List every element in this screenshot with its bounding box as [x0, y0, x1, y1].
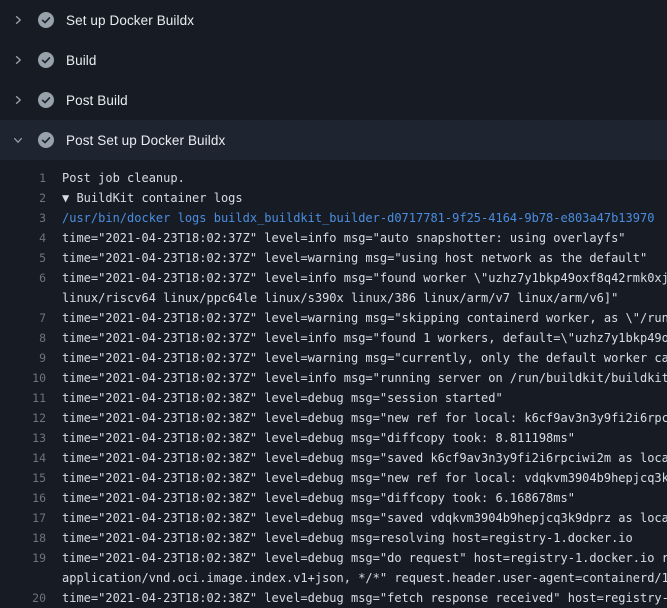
line-number[interactable]: 5 — [0, 248, 46, 268]
log-row: 3/usr/bin/docker logs buildx_buildkit_bu… — [0, 208, 667, 228]
log-text: application/vnd.oci.image.index.v1+json,… — [62, 568, 667, 588]
log-text: time="2021-04-23T18:02:37Z" level=warnin… — [62, 348, 667, 368]
line-number — [0, 288, 46, 308]
line-number[interactable]: 10 — [0, 368, 46, 388]
log-row: 1 Post job cleanup. — [0, 168, 667, 188]
line-number[interactable]: 8 — [0, 328, 46, 348]
check-circle-icon — [38, 12, 54, 28]
log-row: 8 time="2021-04-23T18:02:37Z" level=info … — [0, 328, 667, 348]
check-circle-icon — [38, 132, 54, 148]
line-number — [0, 568, 46, 588]
step-header-post-build[interactable]: Post Build — [0, 80, 667, 120]
log-row: 14 time="2021-04-23T18:02:38Z" level=debu… — [0, 448, 667, 468]
log-text: time="2021-04-23T18:02:38Z" level=debug … — [62, 508, 667, 528]
log-text: time="2021-04-23T18:02:38Z" level=debug … — [62, 448, 667, 468]
line-number[interactable]: 16 — [0, 488, 46, 508]
log-text: time="2021-04-23T18:02:37Z" level=info m… — [62, 228, 626, 248]
line-number[interactable]: 2 — [0, 188, 46, 208]
line-number[interactable]: 13 — [0, 428, 46, 448]
step-label: Set up Docker Buildx — [66, 13, 194, 28]
step-label: Build — [66, 53, 97, 68]
log-row: 17 time="2021-04-23T18:02:38Z" level=debu… — [0, 508, 667, 528]
log-row: 12 time="2021-04-23T18:02:38Z" level=debu… — [0, 408, 667, 428]
step-label: Post Set up Docker Buildx — [66, 133, 225, 148]
line-number[interactable]: 15 — [0, 468, 46, 488]
line-number[interactable]: 18 — [0, 528, 46, 548]
chevron-right-icon[interactable] — [11, 93, 25, 107]
check-circle-icon — [38, 52, 54, 68]
log-row: 2 ▼ BuildKit container logs — [0, 188, 667, 208]
log-row: application/vnd.oci.image.index.v1+json,… — [0, 568, 667, 588]
line-number[interactable]: 20 — [0, 588, 46, 608]
log-text: time="2021-04-23T18:02:37Z" level=info m… — [62, 368, 667, 388]
log-row: 6 time="2021-04-23T18:02:37Z" level=info … — [0, 268, 667, 288]
line-number[interactable]: 14 — [0, 448, 46, 468]
line-number[interactable]: 11 — [0, 388, 46, 408]
log-text: time="2021-04-23T18:02:38Z" level=debug … — [62, 588, 667, 608]
log-group-toggle-icon[interactable]: ▼ — [62, 191, 76, 205]
log-text: time="2021-04-23T18:02:38Z" level=debug … — [62, 548, 667, 568]
line-number[interactable]: 4 — [0, 228, 46, 248]
log-text: time="2021-04-23T18:02:37Z" level=warnin… — [62, 248, 647, 268]
log-text: Post job cleanup. — [62, 168, 185, 188]
line-number[interactable]: 1 — [0, 168, 46, 188]
line-number[interactable]: 12 — [0, 408, 46, 428]
log-row: 16 time="2021-04-23T18:02:38Z" level=debu… — [0, 488, 667, 508]
log-row: 19 time="2021-04-23T18:02:38Z" level=debu… — [0, 548, 667, 568]
log-text: time="2021-04-23T18:02:38Z" level=debug … — [62, 468, 667, 488]
log-text: linux/riscv64 linux/ppc64le linux/s390x … — [62, 288, 618, 308]
log-text: time="2021-04-23T18:02:38Z" level=debug … — [62, 528, 633, 548]
log-command-text: /usr/bin/docker logs buildx_buildkit_bui… — [62, 208, 654, 228]
log-text: time="2021-04-23T18:02:38Z" level=debug … — [62, 388, 503, 408]
chevron-right-icon[interactable] — [11, 53, 25, 67]
log-row: 18 time="2021-04-23T18:02:38Z" level=debu… — [0, 528, 667, 548]
log-row: 13 time="2021-04-23T18:02:38Z" level=debu… — [0, 428, 667, 448]
log-row: 10 time="2021-04-23T18:02:37Z" level=info… — [0, 368, 667, 388]
log-row: 11 time="2021-04-23T18:02:38Z" level=debu… — [0, 388, 667, 408]
log-text: ▼ BuildKit container logs — [62, 188, 243, 208]
line-number[interactable]: 19 — [0, 548, 46, 568]
log-text: time="2021-04-23T18:02:38Z" level=debug … — [62, 428, 575, 448]
step-header-set-up-docker-buildx[interactable]: Set up Docker Buildx — [0, 0, 667, 40]
log-row: 9 time="2021-04-23T18:02:37Z" level=warni… — [0, 348, 667, 368]
step-header-build[interactable]: Build — [0, 40, 667, 80]
chevron-right-icon[interactable] — [11, 13, 25, 27]
line-number[interactable]: 7 — [0, 308, 46, 328]
chevron-down-icon[interactable] — [11, 133, 25, 147]
log-text: time="2021-04-23T18:02:38Z" level=debug … — [62, 408, 667, 428]
steps-list: Set up Docker Buildx Build Post Build Post … — [0, 0, 667, 160]
log-row: 5 time="2021-04-23T18:02:37Z" level=warni… — [0, 248, 667, 268]
log-group-label: BuildKit container logs — [76, 191, 242, 205]
step-label: Post Build — [66, 93, 128, 108]
log-text: time="2021-04-23T18:02:37Z" level=info m… — [62, 328, 667, 348]
log-row: linux/riscv64 linux/ppc64le linux/s390x … — [0, 288, 667, 308]
log-text: time="2021-04-23T18:02:37Z" level=info m… — [62, 268, 667, 288]
line-number[interactable]: 3 — [0, 208, 46, 228]
step-header-post-set-up-docker-buildx[interactable]: Post Set up Docker Buildx — [0, 120, 667, 160]
check-circle-icon — [38, 92, 54, 108]
log-row: 20 time="2021-04-23T18:02:38Z" level=debu… — [0, 588, 667, 608]
log-text: time="2021-04-23T18:02:37Z" level=warnin… — [62, 308, 667, 328]
log-viewer: 1 Post job cleanup. 2 ▼ BuildKit container … — [0, 160, 667, 608]
line-number[interactable]: 9 — [0, 348, 46, 368]
log-row: 7 time="2021-04-23T18:02:37Z" level=warni… — [0, 308, 667, 328]
log-row: 4 time="2021-04-23T18:02:37Z" level=info … — [0, 228, 667, 248]
line-number[interactable]: 6 — [0, 268, 46, 288]
line-number[interactable]: 17 — [0, 508, 46, 528]
log-text: time="2021-04-23T18:02:38Z" level=debug … — [62, 488, 575, 508]
log-row: 15 time="2021-04-23T18:02:38Z" level=debu… — [0, 468, 667, 488]
